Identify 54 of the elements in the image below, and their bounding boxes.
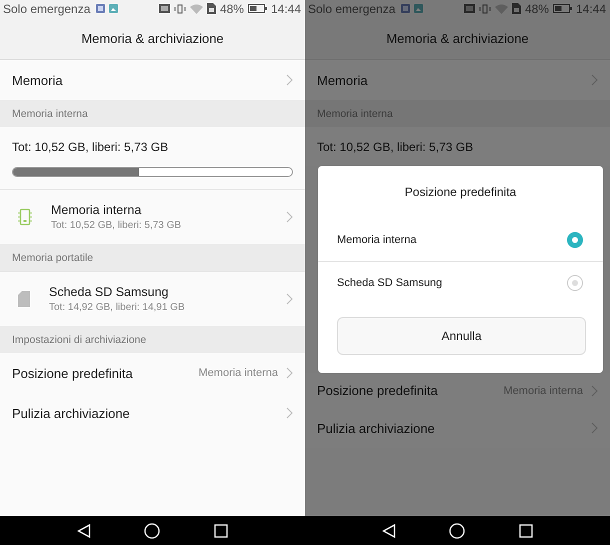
sim-card-icon [512,3,521,14]
chevron-icon [591,74,598,86]
chevron-icon [591,384,598,396]
storage-summary: Tot: 10,52 GB, liberi: 5,73 GB [12,140,170,154]
radio-button[interactable] [567,232,583,248]
vibrate-icon [478,4,491,14]
dialog-title: Posizione predefinita [404,185,516,199]
recents-icon[interactable] [214,524,228,538]
recents-icon[interactable] [519,524,534,538]
nfc-icon [464,4,475,13]
image-icon [109,4,118,13]
device-name: Memoria interna [51,203,142,217]
radio-option[interactable]: Scheda SD Samsung [318,262,603,304]
home-icon[interactable] [449,522,466,538]
chevron-icon [286,293,293,305]
device-capacity: Tot: 10,52 GB, liberi: 5,73 GB [51,220,182,231]
home-icon[interactable] [144,522,160,538]
section-header: Memoria interna [305,100,610,127]
chip-icon [18,208,32,226]
sd-card-icon [18,291,30,307]
back-icon[interactable] [76,524,91,538]
cancel-button[interactable]: Annulla [337,317,586,355]
image-icon [414,4,424,13]
clock: 14:44 [576,2,606,16]
clock: 14:44 [270,2,301,16]
device-capacity: Tot: 14,92 GB, liberi: 14,91 GB [49,302,186,313]
battery-percent: 48% [220,2,244,16]
section-header: Memoria portatile [0,244,305,271]
battery-icon [248,4,267,13]
chevron-icon [286,211,293,223]
radio-button[interactable] [567,275,583,291]
chevron-icon [286,74,293,86]
chevron-icon [591,422,598,434]
wifi-icon [494,4,508,14]
battery-percent: 48% [524,2,549,16]
battery-icon [552,4,572,13]
nfc-icon [158,4,170,13]
carrier-text: Solo emergenza [308,2,396,16]
section-header: Impostazioni di archiviazione [0,326,305,353]
sim-card-icon [206,3,216,14]
section-header: Memoria interna [0,100,305,127]
carrier-text: Solo emergenza [3,2,90,16]
notification-icon [96,4,106,13]
chevron-icon [286,407,293,419]
storage-summary: Tot: 10,52 GB, liberi: 5,73 GB [317,140,474,154]
back-icon[interactable] [382,524,396,538]
screen-title: Memoria & archiviazione [81,30,224,46]
notification-icon [401,4,410,13]
device-name: Scheda SD Samsung [49,285,170,299]
screen-title: Memoria & archiviazione [386,30,529,46]
chevron-icon [286,367,293,379]
wifi-icon [190,4,203,14]
vibrate-icon [174,4,186,14]
radio-option[interactable]: Memoria interna [318,219,603,262]
